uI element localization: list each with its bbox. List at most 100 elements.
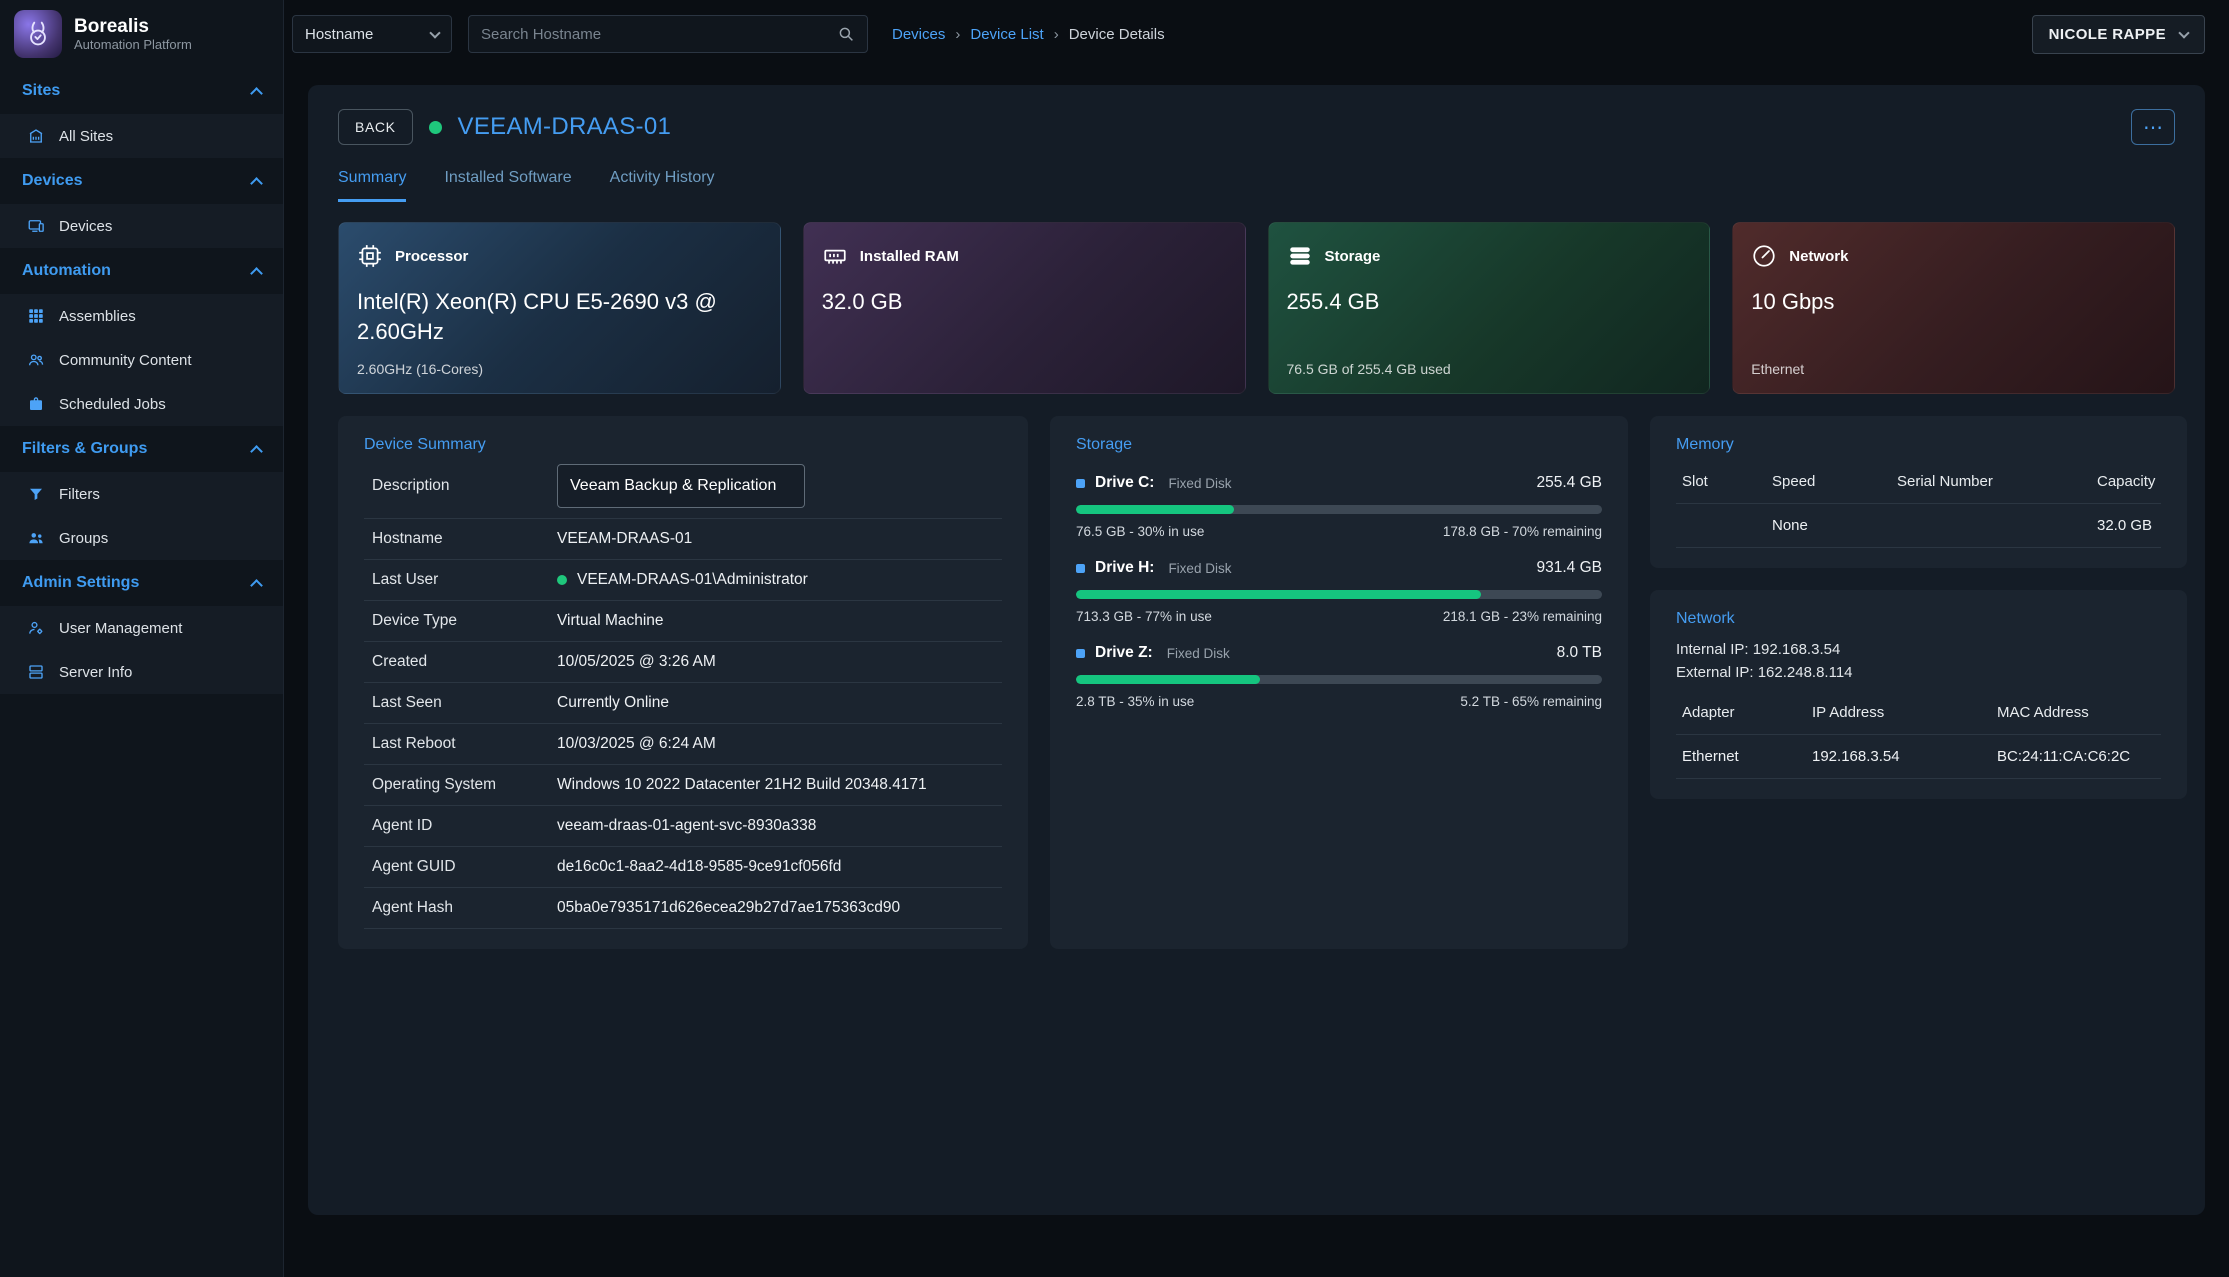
description-input[interactable]: [557, 464, 805, 508]
drive-remaining-text: 178.8 GB - 70% remaining: [1443, 524, 1602, 539]
sidebar-items-automation: Assemblies Community Content Scheduled J…: [0, 294, 283, 426]
device-details-panel: BACK VEEAM-DRAAS-01 ⋯ Summary Installed …: [308, 85, 2205, 1215]
sidebar-item-devices[interactable]: Devices: [0, 204, 283, 248]
breadcrumb-devices[interactable]: Devices: [892, 26, 945, 43]
user-name: NICOLE RAPPE: [2049, 26, 2166, 43]
sidebar-item-community-content[interactable]: Community Content: [0, 338, 283, 382]
sidebar-items-sites: All Sites: [0, 114, 283, 158]
ip-addresses: Internal IP: 192.168.3.54 External IP: 1…: [1676, 638, 2161, 685]
user-gear-icon: [26, 619, 45, 637]
back-button[interactable]: BACK: [338, 109, 413, 145]
chevron-down-icon: [429, 27, 440, 38]
drive-bullet-icon: [1076, 564, 1085, 573]
sidebar-item-user-management[interactable]: User Management: [0, 606, 283, 650]
drive-c-row: Drive C: Fixed Disk 255.4 GB 76.5 GB - 3…: [1076, 474, 1602, 539]
tab-activity-history[interactable]: Activity History: [610, 169, 715, 202]
storage-card: Storage 255.4 GB 76.5 GB of 255.4 GB use…: [1268, 222, 1711, 394]
device-summary-panel: Device Summary Description Hostname VEEA…: [338, 416, 1028, 949]
sidebar-item-server-info[interactable]: Server Info: [0, 650, 283, 694]
more-options-button[interactable]: ⋯: [2131, 109, 2175, 145]
summary-row-agent-hash: Agent Hash 05ba0e7935171d626ecea29b27d7a…: [364, 888, 1002, 929]
cpu-icon: [357, 243, 383, 269]
sidebar-item-label: Scheduled Jobs: [59, 396, 166, 413]
summary-row-last-reboot: Last Reboot 10/03/2025 @ 6:24 AM: [364, 724, 1002, 765]
sidebar-section-label: Admin Settings: [22, 574, 139, 592]
drive-used-text: 76.5 GB - 30% in use: [1076, 524, 1204, 539]
network-table-row: Ethernet 192.168.3.54 BC:24:11:CA:C6:2C: [1676, 735, 2161, 779]
sidebar-section-devices[interactable]: Devices: [0, 158, 283, 204]
breadcrumb-device-list[interactable]: Device List: [970, 26, 1043, 43]
card-label: Network: [1789, 248, 1848, 265]
sidebar-item-all-sites[interactable]: All Sites: [0, 114, 283, 158]
tab-bar: Summary Installed Software Activity Hist…: [338, 169, 2175, 202]
breadcrumb-separator: ›: [1054, 26, 1059, 43]
groups-icon: [26, 529, 45, 547]
summary-row-device-type: Device Type Virtual Machine: [364, 601, 1002, 642]
tab-installed-software[interactable]: Installed Software: [444, 169, 571, 202]
sidebar-section-automation[interactable]: Automation: [0, 248, 283, 294]
devices-icon: [26, 217, 45, 235]
gauge-icon: [1751, 243, 1777, 269]
sidebar-section-filters-groups[interactable]: Filters & Groups: [0, 426, 283, 472]
network-panel: Network Internal IP: 192.168.3.54 Extern…: [1650, 590, 2187, 799]
search-icon[interactable]: [837, 25, 855, 43]
card-value: 10 Gbps: [1751, 287, 2131, 317]
summary-row-hostname: Hostname VEEAM-DRAAS-01: [364, 519, 1002, 560]
brand-subtitle: Automation Platform: [74, 37, 192, 52]
drive-usage-bar: [1076, 590, 1602, 599]
dropdown-value: Hostname: [305, 26, 373, 43]
memory-panel: Memory Slot Speed Serial Number Capacity: [1650, 416, 2187, 568]
network-table-header: Adapter IP Address MAC Address: [1676, 691, 2161, 735]
storage-panel: Storage Drive C: Fixed Disk 255.4 GB: [1050, 416, 1628, 949]
brand: Borealis Automation Platform: [0, 0, 283, 68]
breadcrumb-separator: ›: [955, 26, 960, 43]
drive-remaining-text: 218.1 GB - 23% remaining: [1443, 609, 1602, 624]
card-value: 32.0 GB: [822, 287, 1202, 317]
storage-icon: [1287, 243, 1313, 269]
sidebar-item-assemblies[interactable]: Assemblies: [0, 294, 283, 338]
panel-title: Memory: [1676, 436, 2161, 454]
search-input[interactable]: [481, 26, 829, 43]
card-value: Intel(R) Xeon(R) CPU E5-2690 v3 @ 2.60GH…: [357, 287, 737, 346]
stat-cards: Processor Intel(R) Xeon(R) CPU E5-2690 v…: [338, 222, 2175, 394]
sidebar-item-label: Devices: [59, 218, 112, 235]
brand-name: Borealis: [74, 16, 192, 38]
sidebar-item-label: User Management: [59, 620, 182, 637]
main-area: Hostname Devices › Device List › Device …: [284, 0, 2229, 1277]
internal-ip: Internal IP: 192.168.3.54: [1676, 638, 2161, 661]
summary-row-created: Created 10/05/2025 @ 3:26 AM: [364, 642, 1002, 683]
summary-row-last-seen: Last Seen Currently Online: [364, 683, 1002, 724]
chevron-up-icon: [250, 177, 263, 190]
page-header: BACK VEEAM-DRAAS-01 ⋯: [338, 109, 2175, 145]
summary-row-agent-guid: Agent GUID de16c0c1-8aa2-4d18-9585-9ce91…: [364, 847, 1002, 888]
sidebar-item-filters[interactable]: Filters: [0, 472, 283, 516]
online-status-dot: [429, 121, 442, 134]
sidebar-item-scheduled-jobs[interactable]: Scheduled Jobs: [0, 382, 283, 426]
drive-usage-bar: [1076, 505, 1602, 514]
summary-row-operating-system: Operating System Windows 10 2022 Datacen…: [364, 765, 1002, 806]
user-menu-button[interactable]: NICOLE RAPPE: [2032, 15, 2205, 54]
processor-card: Processor Intel(R) Xeon(R) CPU E5-2690 v…: [338, 222, 781, 394]
tab-summary[interactable]: Summary: [338, 169, 406, 202]
sidebar-item-label: Filters: [59, 486, 100, 503]
sidebar-item-groups[interactable]: Groups: [0, 516, 283, 560]
drive-remaining-text: 5.2 TB - 65% remaining: [1460, 694, 1602, 709]
sidebar: Borealis Automation Platform Sites All S…: [0, 0, 284, 1277]
drive-usage-bar: [1076, 675, 1602, 684]
panel-title: Storage: [1076, 436, 1602, 454]
sidebar-section-sites[interactable]: Sites: [0, 68, 283, 114]
sidebar-section-label: Automation: [22, 262, 111, 280]
chevron-up-icon: [250, 579, 263, 592]
search-field-dropdown[interactable]: Hostname: [292, 15, 452, 53]
sidebar-items-filters-groups: Filters Groups: [0, 472, 283, 560]
card-footer: 2.60GHz (16-Cores): [357, 361, 483, 377]
ram-card: Installed RAM 32.0 GB: [803, 222, 1246, 394]
page-title: VEEAM-DRAAS-01: [458, 113, 672, 141]
sidebar-section-admin-settings[interactable]: Admin Settings: [0, 560, 283, 606]
drive-h-row: Drive H: Fixed Disk 931.4 GB 713.3 GB - …: [1076, 559, 1602, 624]
breadcrumb: Devices › Device List › Device Details: [892, 26, 1165, 43]
rabbit-logo-icon: [14, 10, 62, 58]
brand-text: Borealis Automation Platform: [74, 16, 192, 53]
briefcase-icon: [26, 395, 45, 413]
filter-icon: [26, 485, 45, 503]
